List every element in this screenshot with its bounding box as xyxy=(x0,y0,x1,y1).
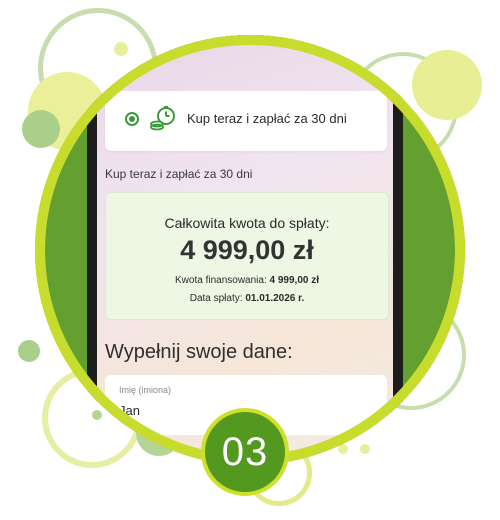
first-name-label: Imię (imiona) xyxy=(119,385,172,395)
form-heading: Wypełnij swoje dane: xyxy=(105,341,293,363)
selected-option-text: Kup teraz i zapłać za 30 dni xyxy=(105,167,253,181)
payment-option-radio[interactable] xyxy=(125,112,139,126)
deco-circle-green-left xyxy=(22,110,60,148)
promo-illustration: Kup teraz i zapłać za 30 dni Kup teraz i… xyxy=(0,0,500,520)
phone-lens: Kup teraz i zapłać za 30 dni Kup teraz i… xyxy=(35,35,465,465)
step-number-badge: 03 xyxy=(205,412,285,492)
deco-circle-yellow-right xyxy=(412,50,482,120)
summary-title: Całkowita kwota do spłaty: xyxy=(164,215,330,231)
payment-option-label: Kup teraz i zapłać za 30 dni xyxy=(187,111,347,126)
clock-coins-icon xyxy=(150,106,175,131)
phone-screen: Kup teraz i zapłać za 30 dni Kup teraz i… xyxy=(97,35,393,465)
due-date-line: Data spłaty: 01.01.2026 r. xyxy=(106,293,388,304)
deco-circle-green-left-small xyxy=(18,340,40,362)
phone-frame: Kup teraz i zapłać za 30 dni Kup teraz i… xyxy=(87,35,403,465)
financing-label: Kwota finansowania: xyxy=(175,275,270,286)
financing-line: Kwota finansowania: 4 999,00 zł xyxy=(106,275,388,286)
summary-amount: 4 999,00 zł xyxy=(180,235,314,265)
payment-option-card[interactable]: Kup teraz i zapłać za 30 dni xyxy=(105,91,387,151)
financing-value: 4 999,00 zł xyxy=(269,275,319,286)
due-date-value: 01.01.2026 r. xyxy=(245,293,305,304)
due-date-label: Data spłaty: xyxy=(189,293,246,304)
repayment-summary-card: Całkowita kwota do spłaty: 4 999,00 zł K… xyxy=(105,192,389,320)
